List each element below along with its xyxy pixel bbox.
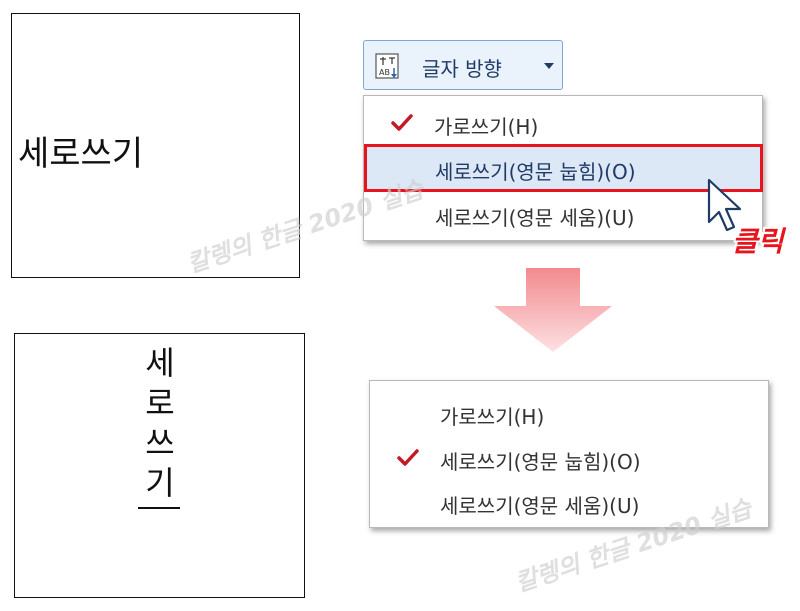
menu-item-label: 세로쓰기(영문 눕힘)(O) <box>440 450 641 474</box>
chevron-down-icon[interactable] <box>544 63 554 69</box>
horizontal-sample-text: 세로쓰기 <box>18 134 144 174</box>
checkmark-icon <box>391 114 413 131</box>
menu-item-label: 가로쓰기(H) <box>434 115 539 139</box>
vertical-text-underline <box>138 507 180 509</box>
checkmark-icon <box>397 449 419 466</box>
menu-item-label: 세로쓰기(영문 세움)(U) <box>440 494 640 518</box>
menu-item-label: 가로쓰기(H) <box>440 405 545 429</box>
text-direction-icon: AB <box>375 53 399 79</box>
menu-item-vertical-rotated[interactable]: 세로쓰기(영문 눕힘)(O) <box>370 436 768 480</box>
click-annotation: 클릭 <box>732 225 784 258</box>
vertical-sample-text: 세 로 쓰 기 <box>138 343 182 503</box>
text-direction-button[interactable]: AB 글자 방향 <box>363 40 563 90</box>
menu-item-horizontal[interactable]: 가로쓰기(H) <box>364 101 762 145</box>
menu-item-label: 세로쓰기(영문 눕힘)(O) <box>435 160 636 184</box>
text-direction-label: 글자 방향 <box>422 57 502 81</box>
vertical-char: 로 <box>145 384 175 422</box>
menu-item-label: 세로쓰기(영문 세움)(U) <box>435 206 635 230</box>
vertical-char: 기 <box>145 464 175 502</box>
menu-item-horizontal[interactable]: 가로쓰기(H) <box>370 391 768 435</box>
arrow-down-icon <box>494 268 612 352</box>
menu-item-vertical-rotated[interactable]: 세로쓰기(영문 눕힘)(O) <box>363 144 763 192</box>
vertical-char: 쓰 <box>145 424 175 462</box>
svg-text:AB: AB <box>379 68 390 77</box>
vertical-char: 세 <box>145 344 175 382</box>
